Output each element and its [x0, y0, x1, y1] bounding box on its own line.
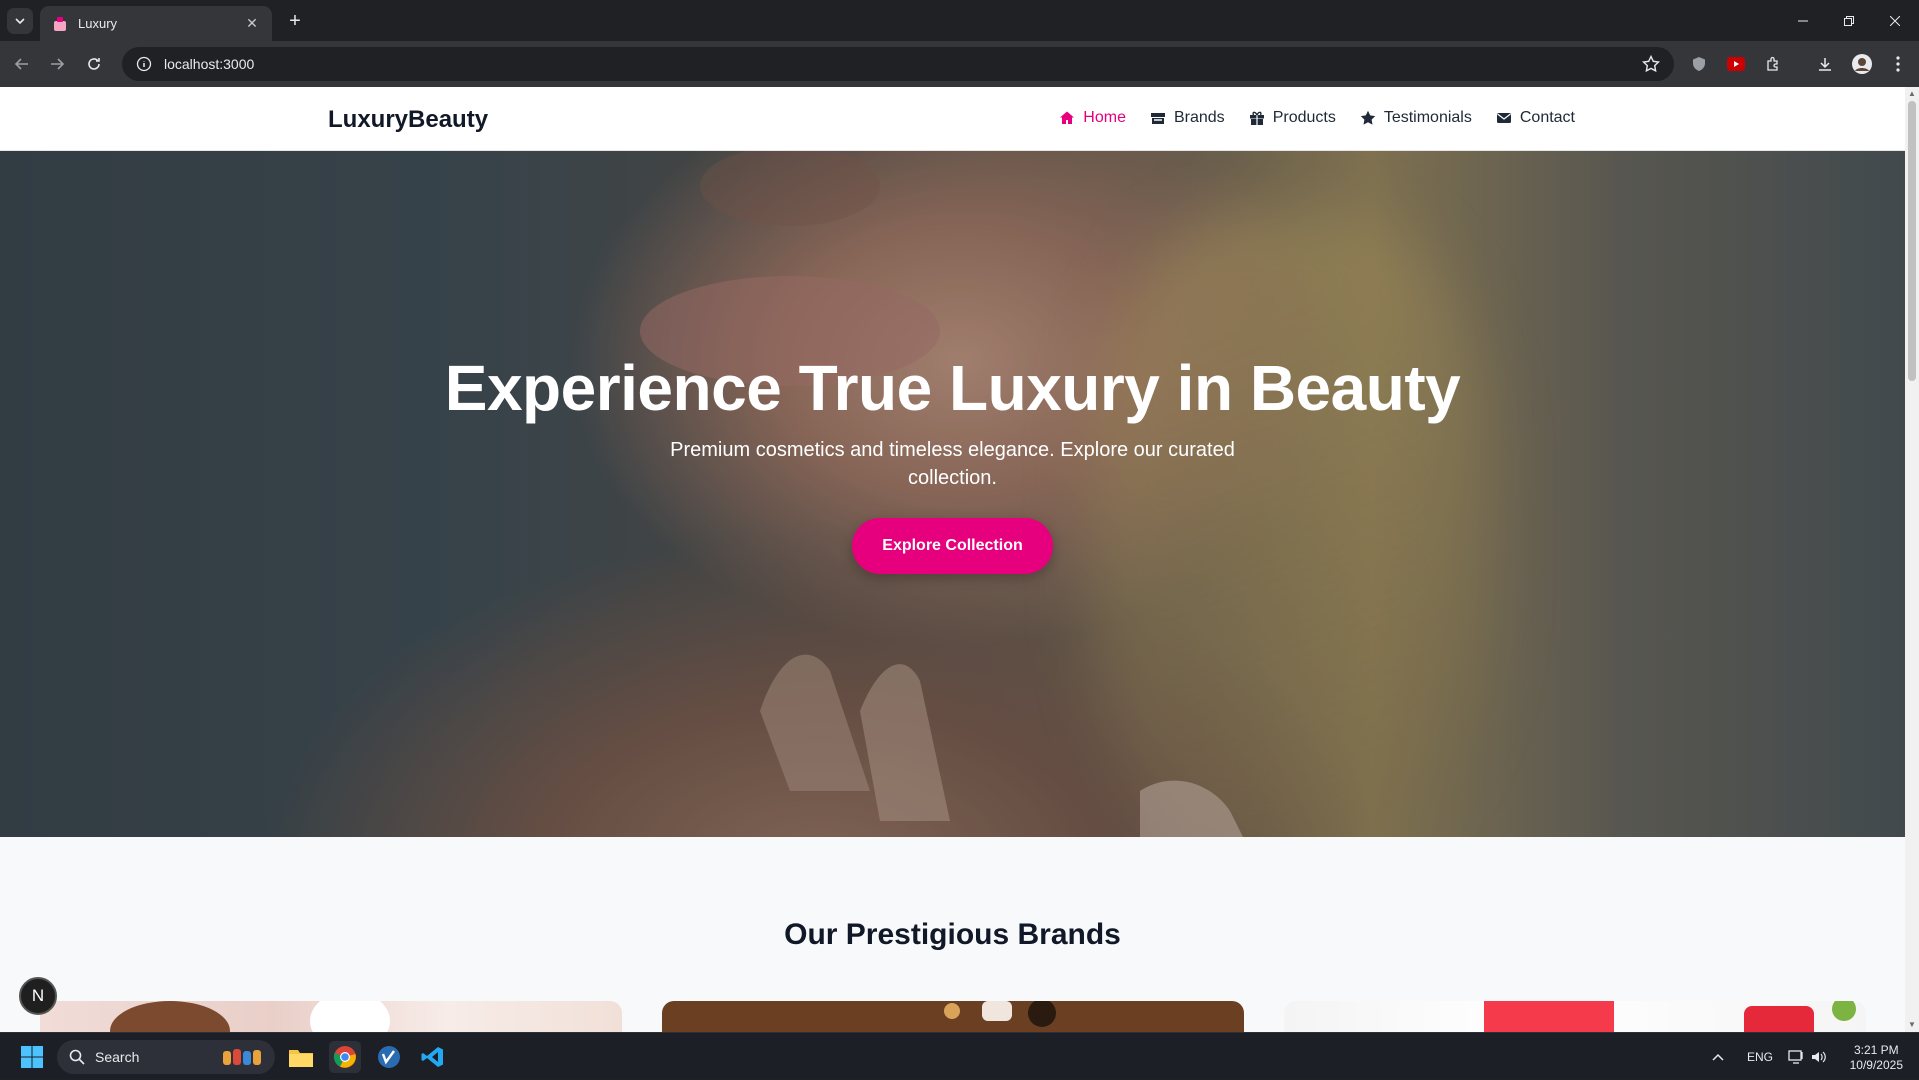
profile-avatar-icon[interactable] [1851, 53, 1873, 75]
brand-card-image [1484, 1001, 1856, 1032]
site-logo[interactable]: LuxuryBeauty [328, 106, 488, 134]
youtube-extension-icon[interactable] [1725, 53, 1747, 75]
nav-contact[interactable]: Contact [1496, 109, 1575, 127]
home-icon [1060, 111, 1075, 124]
forward-button[interactable] [43, 50, 71, 78]
minimize-icon [1798, 20, 1808, 21]
browser-tab-active[interactable]: Luxury ✕ [40, 6, 272, 41]
clock-date: 10/9/2025 [1849, 1058, 1903, 1072]
gift-icon [1249, 111, 1264, 125]
arrow-left-icon [14, 58, 28, 70]
clock-time: 3:21 PM [1853, 1043, 1899, 1057]
bookmark-star-icon[interactable] [1642, 55, 1660, 73]
volume-icon[interactable] [1811, 1033, 1827, 1080]
restore-icon [1844, 15, 1854, 26]
nav-home-label: Home [1083, 109, 1126, 126]
taskbar-search-label: Search [95, 1049, 140, 1065]
windows-taskbar: Search ENG 3:21 PM 10/9/2025 [0, 1032, 1919, 1079]
search-icon [69, 1049, 85, 1065]
close-icon [1890, 15, 1900, 26]
nav-home[interactable]: Home [1059, 109, 1126, 127]
windows-logo-icon [21, 1046, 43, 1068]
star-icon [1360, 110, 1376, 125]
favicon-icon [54, 16, 66, 31]
reload-icon [88, 58, 100, 70]
network-icon[interactable] [1788, 1033, 1804, 1080]
main-nav: Home Brands Products Testimonials Contac… [1059, 109, 1575, 127]
brand-card-2[interactable] [662, 1001, 1244, 1032]
arrow-right-icon [51, 58, 65, 70]
url-text: localhost:3000 [164, 56, 255, 72]
nav-brands-label: Brands [1173, 109, 1225, 126]
info-icon [136, 56, 152, 72]
page-viewport: LuxuryBeauty Home Brands Products Testim… [0, 87, 1919, 1032]
scrollbar-thumb[interactable] [1908, 101, 1916, 381]
system-clock[interactable]: 3:21 PM 10/9/2025 [1850, 1043, 1903, 1073]
file-explorer-icon[interactable] [285, 1041, 317, 1073]
hero-title: Experience True Luxury in Beauty [444, 352, 1461, 424]
back-button[interactable] [8, 50, 36, 78]
extensions-puzzle-icon[interactable] [1762, 53, 1784, 75]
taskbar-search[interactable]: Search [57, 1040, 275, 1074]
nav-products-label: Products [1272, 109, 1336, 126]
nav-products[interactable]: Products [1249, 109, 1336, 127]
new-tab-button[interactable]: + [283, 9, 307, 33]
address-bar[interactable]: localhost:3000 [122, 47, 1674, 81]
scroll-down-icon[interactable]: ▼ [1907, 1020, 1917, 1030]
nav-contact-label: Contact [1519, 109, 1575, 126]
chevron-down-icon [15, 18, 25, 25]
reload-button[interactable] [80, 50, 108, 78]
restore-button[interactable] [1826, 0, 1872, 41]
hero-section: Experience True Luxury in Beauty Premium… [0, 151, 1905, 837]
browser-tabstrip: Luxury ✕ + [0, 0, 1919, 41]
page-scrollbar[interactable]: ▲ ▼ [1905, 87, 1919, 1032]
brand-card-image [944, 1001, 1056, 1027]
tab-title: Luxury [78, 16, 118, 31]
download-icon[interactable] [1814, 53, 1836, 75]
brand-card-1[interactable] [40, 1001, 622, 1032]
envelope-icon [1496, 113, 1511, 123]
site-navbar: LuxuryBeauty Home Brands Products Testim… [0, 87, 1905, 151]
nav-testimonials[interactable]: Testimonials [1360, 109, 1472, 127]
brands-section-title: Our Prestigious Brands [784, 918, 1121, 951]
nav-testimonials-label: Testimonials [1383, 109, 1472, 126]
tab-search-button[interactable] [7, 8, 33, 34]
hero-overlay [0, 151, 1905, 837]
scroll-up-icon[interactable]: ▲ [1907, 89, 1917, 99]
brand-card-image [110, 1001, 390, 1032]
close-window-button[interactable] [1872, 0, 1918, 41]
search-highlight-icon [223, 1049, 261, 1065]
start-button[interactable] [16, 1041, 48, 1073]
browser-toolbar: localhost:3000 [0, 41, 1919, 87]
hero-subtitle: Premium cosmetics and timeless elegance.… [670, 439, 1235, 489]
tab-close-icon[interactable]: ✕ [244, 15, 260, 32]
shield-extension-icon[interactable] [1688, 53, 1710, 75]
browser-menu-icon[interactable] [1887, 53, 1909, 75]
language-indicator[interactable]: ENG [1747, 1033, 1773, 1080]
vscode-taskbar-icon[interactable] [417, 1041, 449, 1073]
explore-collection-button[interactable]: Explore Collection [852, 518, 1053, 574]
store-icon [1150, 113, 1165, 124]
chrome-taskbar-icon[interactable] [329, 1041, 361, 1073]
brand-card-3[interactable] [1284, 1001, 1866, 1032]
floating-n-button[interactable]: N [19, 977, 57, 1015]
nav-brands[interactable]: Brands [1150, 109, 1225, 127]
vimeo-app-icon[interactable] [373, 1041, 405, 1073]
minimize-button[interactable] [1780, 0, 1826, 41]
tray-overflow-icon[interactable] [1712, 1033, 1724, 1080]
